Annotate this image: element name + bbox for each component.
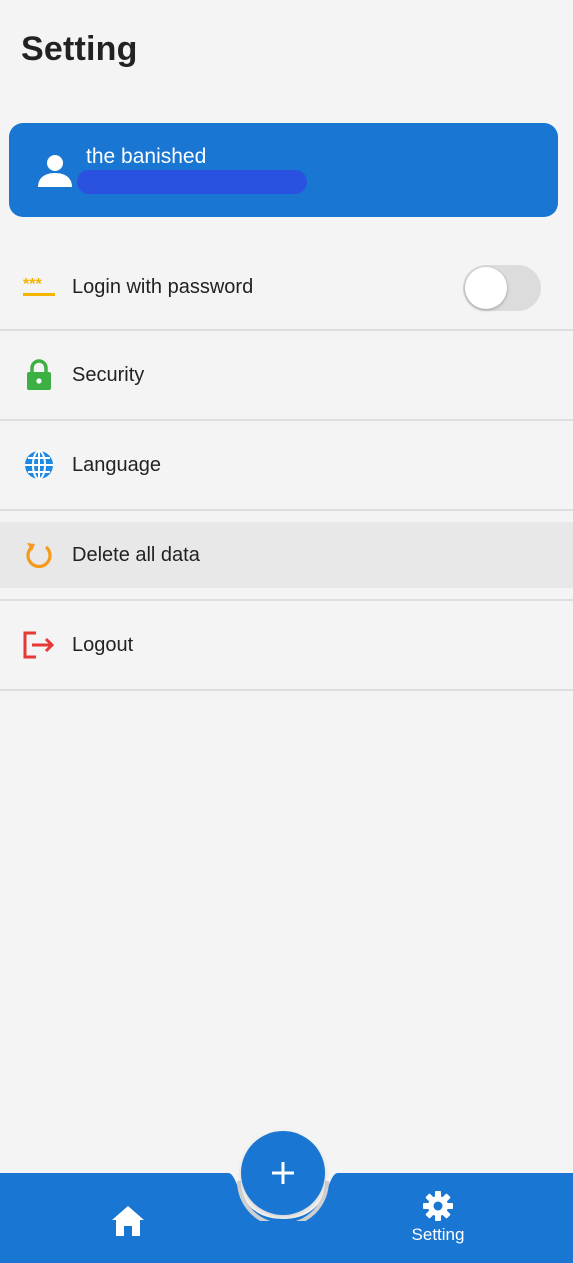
menu-item-label: Security (72, 363, 145, 386)
divider (0, 419, 573, 421)
divider (0, 689, 573, 691)
gear-icon (423, 1191, 453, 1221)
menu-item-security[interactable]: Security (0, 333, 573, 417)
plus-icon (272, 1162, 294, 1184)
lock-icon (22, 358, 56, 392)
profile-username: the banished (86, 145, 207, 168)
svg-text:***: *** (23, 276, 42, 293)
divider (0, 599, 573, 601)
menu-item-label: Language (72, 453, 161, 476)
user-avatar-icon (38, 155, 72, 187)
globe-icon (22, 448, 56, 482)
divider (0, 329, 573, 331)
profile-card[interactable]: the banished (9, 123, 558, 217)
nav-setting-label: Setting (411, 1225, 465, 1244)
home-icon (112, 1206, 144, 1236)
menu-item-label: Logout (72, 633, 134, 656)
reset-icon (22, 538, 56, 572)
menu-item-language[interactable]: Language (0, 423, 573, 507)
page-title: Setting (21, 30, 138, 68)
menu-item-login-password[interactable]: *** Login with password (0, 245, 573, 329)
menu-item-delete-data[interactable]: Delete all data (0, 522, 573, 588)
logout-icon (22, 628, 56, 662)
login-password-toggle[interactable] (463, 265, 541, 311)
toggle-knob (465, 267, 507, 309)
nav-setting-button[interactable]: Setting (395, 1189, 481, 1249)
add-button[interactable] (241, 1131, 325, 1215)
menu-item-logout[interactable]: Logout (0, 603, 573, 687)
redacted-email (77, 170, 307, 194)
divider (0, 509, 573, 511)
menu-item-label: Delete all data (72, 543, 200, 566)
menu-item-label: Login with password (72, 275, 254, 298)
nav-home-button[interactable] (108, 1201, 148, 1241)
password-icon: *** (22, 270, 56, 304)
